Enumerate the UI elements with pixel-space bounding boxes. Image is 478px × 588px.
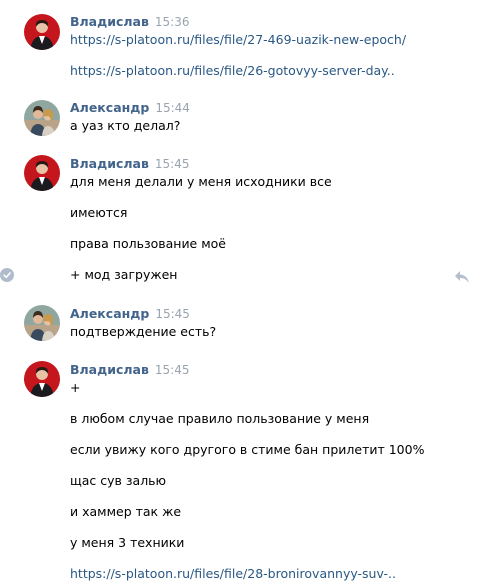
check-icon[interactable] <box>0 268 14 282</box>
message-link[interactable]: https://s-platoon.ru/files/file/26-gotov… <box>70 62 395 79</box>
reply-icon[interactable] <box>454 269 470 283</box>
vladislav-avatar[interactable] <box>24 155 60 191</box>
author-name[interactable]: Владислав <box>70 14 149 29</box>
message-text: а уаз кто делал? <box>70 118 181 133</box>
vladislav-avatar[interactable] <box>24 361 60 397</box>
message-time[interactable]: 15:44 <box>155 101 190 115</box>
message-text: для меня делали у меня исходники все <box>70 174 332 189</box>
message-time[interactable]: 15:36 <box>155 15 190 29</box>
message-time[interactable]: 15:45 <box>155 363 190 377</box>
message-text: щас сув залью <box>70 473 167 488</box>
message-text: у меня 3 техники <box>70 535 185 550</box>
message-text: + мод загружен <box>70 267 178 282</box>
message-text: + <box>70 380 81 395</box>
vladislav-avatar[interactable] <box>24 14 60 50</box>
chat-history: Владислав 15:36 https://s-platoon.ru/file… <box>0 0 478 588</box>
author-name[interactable]: Владислав <box>70 156 149 171</box>
message-text: если увижу кого другого в стиме бан прил… <box>70 442 425 457</box>
message-text: подтверждение есть? <box>70 324 217 339</box>
author-name[interactable]: Александр <box>70 100 149 115</box>
message-text: и хаммер так же <box>70 504 182 519</box>
message-time[interactable]: 15:45 <box>155 157 190 171</box>
message-text: права пользование моё <box>70 236 226 251</box>
message-time[interactable]: 15:45 <box>155 307 190 321</box>
message-text: в любом случае правило пользование у мен… <box>70 411 370 426</box>
message-link[interactable]: https://s-platoon.ru/files/file/28-broni… <box>70 565 396 582</box>
alexandr-avatar[interactable] <box>24 100 60 136</box>
message-link[interactable]: https://s-platoon.ru/files/file/27-469-u… <box>70 31 406 48</box>
alexandr-avatar[interactable] <box>24 305 60 341</box>
author-name[interactable]: Александр <box>70 306 149 321</box>
message-text: имеются <box>70 205 128 220</box>
author-name[interactable]: Владислав <box>70 362 149 377</box>
